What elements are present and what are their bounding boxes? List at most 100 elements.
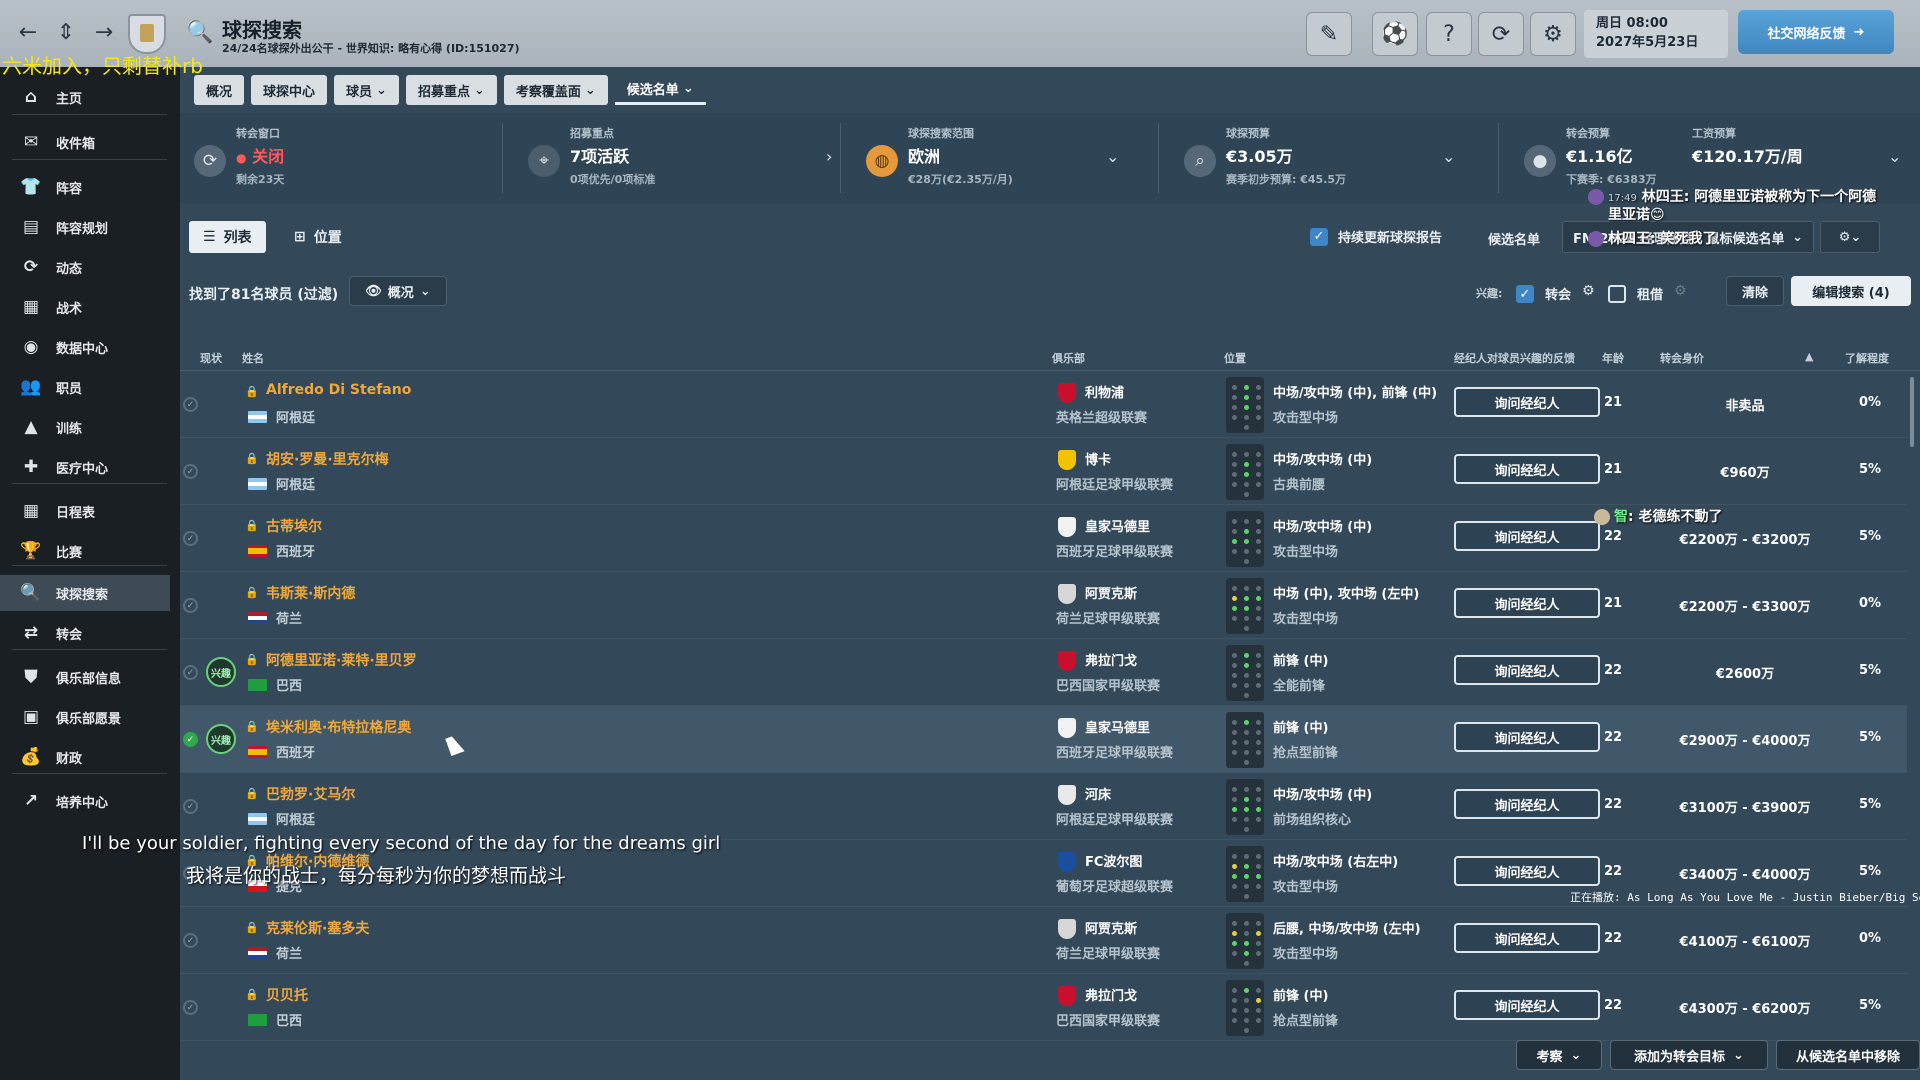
clear-button[interactable]: 清除 <box>1726 276 1784 306</box>
loan-interest-checkbox[interactable] <box>1608 285 1626 303</box>
col-name[interactable]: 姓名 <box>242 350 264 366</box>
sidebar-item-squad-planner[interactable]: ▤ 阵容规划 <box>0 209 170 245</box>
transfer-interest-checkbox[interactable]: ✓ <box>1516 285 1534 303</box>
player-name[interactable]: 贝贝托 <box>266 985 308 1005</box>
transfer-window-card[interactable]: ⟳ 转会窗口 ● 关闭 剩余23天 <box>180 113 500 203</box>
scout-button[interactable]: 考察 ⌄ <box>1516 1040 1602 1070</box>
sidebar-item-home[interactable]: ⌂ 主页 <box>0 79 170 115</box>
remove-from-shortlist-button[interactable]: 从候选名单中移除 <box>1776 1040 1920 1070</box>
sidebar-item-data-hub[interactable]: ◉ 数据中心 <box>0 329 170 365</box>
edit-search-button[interactable]: 编辑搜索 (4) <box>1791 276 1911 306</box>
ask-agent-button[interactable]: 询问经纪人 <box>1454 722 1600 752</box>
help-icon[interactable]: ? <box>1426 12 1472 56</box>
sort-arrow-icon[interactable]: ▲ <box>1805 350 1813 363</box>
tab-shortlist[interactable]: 候选名单 ⌄ <box>614 75 706 105</box>
add-target-button[interactable]: 添加为转会目标 ⌄ <box>1610 1040 1768 1070</box>
col-knowledge[interactable]: 了解程度 <box>1845 350 1889 366</box>
status-check-icon[interactable]: ✓ <box>183 732 198 747</box>
table-row[interactable]: ✓ 兴趣 🔒 埃米利奥·布特拉格尼奥 西班牙 皇家马德里 西班牙足球甲级联赛 前锋 (中) 抢点… <box>180 706 1907 773</box>
sidebar-item-calendar[interactable]: ▦ 日程表 <box>0 493 170 529</box>
sidebar-item-finance[interactable]: 💰 财政 <box>0 739 170 775</box>
chevron-down-icon[interactable]: ⌄ <box>1106 147 1119 166</box>
recruitment-focus-card[interactable]: ⌖ 招募重点 7项活跃 0项优先/0项标准 › <box>514 113 844 203</box>
tab-scout-center[interactable]: 球探中心 <box>251 75 328 105</box>
player-name[interactable]: 胡安·罗曼·里克尔梅 <box>266 449 389 469</box>
sidebar-item-dynamics[interactable]: ⟳ 动态 <box>0 249 170 285</box>
game-date[interactable]: 周日 08:00 2027年5月23日 <box>1584 10 1728 58</box>
col-status[interactable]: 现状 <box>200 350 222 366</box>
club-name[interactable]: 皇家马德里 <box>1085 516 1150 535</box>
sidebar-item-training[interactable]: ▲ 训练 <box>0 409 170 445</box>
tab-recruitment-focus[interactable]: 招募重点 ⌄ <box>405 75 497 105</box>
player-name[interactable]: Alfredo Di Stefano <box>266 382 411 398</box>
status-check-icon[interactable]: ✓ <box>183 933 198 948</box>
status-check-icon[interactable]: ✓ <box>183 531 198 546</box>
list-view-button[interactable]: ☰ 列表 <box>189 221 266 253</box>
player-name[interactable]: 埃米利奥·布特拉格尼奥 <box>266 717 411 737</box>
table-row[interactable]: ✓ 🔒 韦斯莱·斯内德 荷兰 阿贾克斯 荷兰足球甲级联赛 中场 (中), 攻中场 (左中) 攻… <box>180 572 1907 639</box>
player-name[interactable]: 古蒂埃尔 <box>266 516 322 536</box>
sidebar-item-transfer[interactable]: ⇄ 转会 <box>0 615 170 651</box>
sidebar-item-staff[interactable]: 👥 职员 <box>0 369 170 405</box>
status-check-icon[interactable]: ✓ <box>183 397 198 412</box>
ask-agent-button[interactable]: 询问经纪人 <box>1454 655 1600 685</box>
refresh-icon[interactable]: ⟳ <box>1478 12 1524 56</box>
status-check-icon[interactable]: ✓ <box>183 598 198 613</box>
table-row[interactable]: ✓ 兴趣 🔒 阿德里亚诺·莱特·里贝罗 巴西 弗拉门戈 巴西国家甲级联赛 前锋 (中) 全能前锋… <box>180 639 1907 706</box>
sidebar-item-shirt[interactable]: 👕 阵容 <box>0 169 170 205</box>
up-down-icon[interactable]: ⇕ <box>52 18 80 48</box>
keep-updated-toggle[interactable]: ✓ 持续更新球探报告 <box>1310 227 1442 246</box>
scrollbar[interactable] <box>1910 377 1914 447</box>
ball-icon[interactable]: ⚽ <box>1372 12 1418 56</box>
ask-agent-button[interactable]: 询问经纪人 <box>1454 588 1600 618</box>
club-name[interactable]: FC波尔图 <box>1085 851 1142 870</box>
position-view-button[interactable]: ⊞ 位置 <box>280 221 356 253</box>
status-check-icon[interactable]: ✓ <box>183 1000 198 1015</box>
club-name[interactable]: 弗拉门戈 <box>1085 985 1137 1004</box>
view-mode-dropdown[interactable]: 👁 概况 ⌄ <box>349 276 447 306</box>
club-name[interactable]: 弗拉门戈 <box>1085 650 1137 669</box>
player-name[interactable]: 巴勃罗·艾马尔 <box>266 784 355 804</box>
table-row[interactable]: ✓ 🔒 克莱伦斯·塞多夫 荷兰 阿贾克斯 荷兰足球甲级联赛 后腰, 中场/攻中场 (左中) 攻… <box>180 907 1907 974</box>
club-name[interactable]: 利物浦 <box>1085 382 1124 401</box>
club-name[interactable]: 阿贾克斯 <box>1085 583 1137 602</box>
sidebar-item-development[interactable]: ↗ 培养中心 <box>0 783 170 819</box>
settings-dropdown[interactable]: ⚙ ⌄ <box>1820 221 1880 253</box>
sidebar-item-search[interactable]: 🔍 球探搜索 <box>0 575 170 611</box>
club-name[interactable]: 博卡 <box>1085 449 1111 468</box>
table-row[interactable]: ✓ 🔒 胡安·罗曼·里克尔梅 阿根廷 博卡 阿根廷足球甲级联赛 中场/攻中场 (中) 古典前腰… <box>180 438 1907 505</box>
ask-agent-button[interactable]: 询问经纪人 <box>1454 454 1600 484</box>
player-name[interactable]: 克莱伦斯·塞多夫 <box>266 918 369 938</box>
forward-arrow-icon[interactable]: → <box>90 18 118 48</box>
ask-agent-button[interactable]: 询问经纪人 <box>1454 923 1600 953</box>
status-check-icon[interactable]: ✓ <box>183 665 198 680</box>
col-position[interactable]: 位置 <box>1224 350 1246 366</box>
col-agent[interactable]: 经纪人对球员兴趣的反馈 <box>1454 350 1575 366</box>
social-feedback-button[interactable]: 社交网络反馈 ➜ <box>1738 10 1894 54</box>
gear-icon[interactable]: ⚙ <box>1530 12 1576 56</box>
col-value[interactable]: 转会身价 <box>1660 350 1704 366</box>
chevron-down-icon[interactable]: ⌄ <box>1442 147 1455 166</box>
scouting-budget-card[interactable]: ⌕ 球探预算 €3.05万 赛季初步预算: €45.5万 ⌄ <box>1170 113 1500 203</box>
scouting-range-card[interactable]: ◍ 球探搜索范围 欧洲 €28万(€2.35万/月) ⌄ <box>852 113 1152 203</box>
club-name[interactable]: 皇家马德里 <box>1085 717 1150 736</box>
ask-agent-button[interactable]: 询问经纪人 <box>1454 387 1600 417</box>
player-name[interactable]: 韦斯莱·斯内德 <box>266 583 355 603</box>
table-row[interactable]: ✓ 🔒 Alfredo Di Stefano 阿根廷 利物浦 英格兰超级联赛 中场/攻中场 … <box>180 371 1907 438</box>
ask-agent-button[interactable]: 询问经纪人 <box>1454 990 1600 1020</box>
sidebar-item-vision[interactable]: ▣ 俱乐部愿景 <box>0 699 170 735</box>
chevron-down-icon[interactable]: ⌄ <box>1888 147 1901 166</box>
ask-agent-button[interactable]: 询问经纪人 <box>1454 521 1600 551</box>
pencil-icon[interactable]: ✎ <box>1306 12 1352 56</box>
tab-coverage[interactable]: 考察覆盖面 ⌄ <box>503 75 608 105</box>
player-name[interactable]: 阿德里亚诺·莱特·里贝罗 <box>266 650 417 670</box>
table-row[interactable]: ✓ 🔒 巴勃罗·艾马尔 阿根廷 河床 阿根廷足球甲级联赛 中场/攻中场 (中) 前场组织核心 询… <box>180 773 1907 840</box>
status-check-icon[interactable]: ✓ <box>183 464 198 479</box>
ask-agent-button[interactable]: 询问经纪人 <box>1454 789 1600 819</box>
chevron-right-icon[interactable]: › <box>826 147 832 166</box>
tab-overview[interactable]: 概况 <box>194 75 245 105</box>
sidebar-item-shield[interactable]: ⛊ 俱乐部信息 <box>0 659 170 695</box>
col-age[interactable]: 年龄 <box>1602 350 1624 366</box>
table-row[interactable]: ✓ 🔒 贝贝托 巴西 弗拉门戈 巴西国家甲级联赛 前锋 (中) 抢点型前锋 询问经纪人 22 €43… <box>180 974 1907 1041</box>
club-name[interactable]: 河床 <box>1085 784 1111 803</box>
